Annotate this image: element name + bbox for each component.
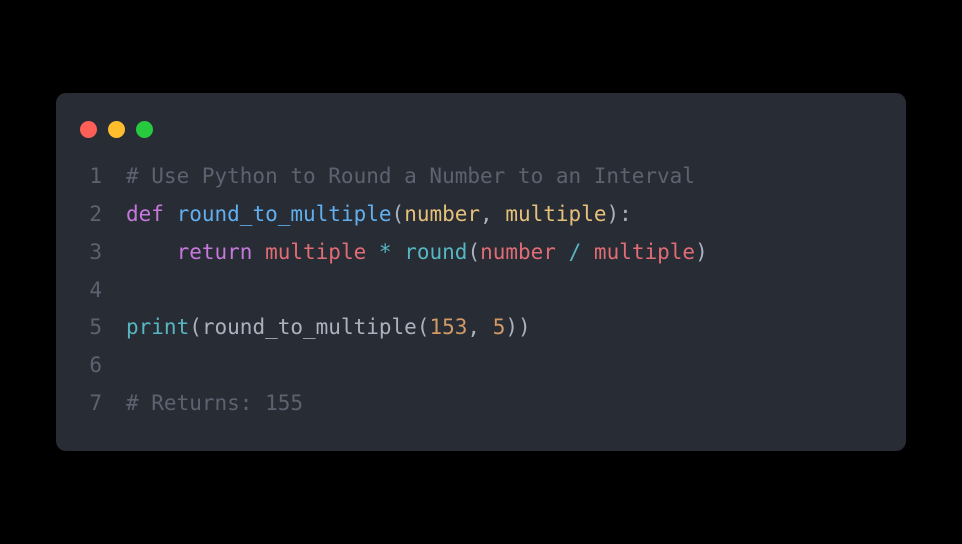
number-literal: 153 bbox=[429, 315, 467, 339]
operator: * bbox=[379, 240, 392, 264]
builtin-round: round bbox=[404, 240, 467, 264]
line-number: 4 bbox=[56, 272, 126, 310]
line-number: 7 bbox=[56, 385, 126, 423]
code-line: 6 bbox=[56, 347, 906, 385]
comment: # Returns: 155 bbox=[126, 391, 303, 415]
code-content bbox=[126, 272, 906, 310]
code-line: 4 bbox=[56, 272, 906, 310]
comment: # Use Python to Round a Number to an Int… bbox=[126, 164, 695, 188]
line-number: 6 bbox=[56, 347, 126, 385]
line-number: 1 bbox=[56, 158, 126, 196]
code-block: 1 # Use Python to Round a Number to an I… bbox=[56, 158, 906, 423]
line-number: 5 bbox=[56, 309, 126, 347]
code-content: # Returns: 155 bbox=[126, 385, 906, 423]
number-literal: 5 bbox=[493, 315, 506, 339]
line-number: 2 bbox=[56, 196, 126, 234]
code-line: 3 return multiple * round(number / multi… bbox=[56, 234, 906, 272]
minimize-icon[interactable] bbox=[108, 121, 125, 138]
variable: multiple bbox=[265, 240, 366, 264]
keyword-def: def bbox=[126, 202, 164, 226]
code-content: print(round_to_multiple(153, 5)) bbox=[126, 309, 906, 347]
code-content: def round_to_multiple(number, multiple): bbox=[126, 196, 906, 234]
code-line: 5 print(round_to_multiple(153, 5)) bbox=[56, 309, 906, 347]
keyword-return: return bbox=[177, 240, 253, 264]
function-name: round_to_multiple bbox=[177, 202, 392, 226]
function-call: round_to_multiple bbox=[202, 315, 417, 339]
code-content bbox=[126, 347, 906, 385]
code-content: # Use Python to Round a Number to an Int… bbox=[126, 158, 906, 196]
variable: multiple bbox=[594, 240, 695, 264]
param: multiple bbox=[505, 202, 606, 226]
code-line: 2 def round_to_multiple(number, multiple… bbox=[56, 196, 906, 234]
operator: / bbox=[569, 240, 582, 264]
builtin-print: print bbox=[126, 315, 189, 339]
variable: number bbox=[480, 240, 556, 264]
code-line: 1 # Use Python to Round a Number to an I… bbox=[56, 158, 906, 196]
param: number bbox=[404, 202, 480, 226]
titlebar bbox=[56, 113, 906, 158]
line-number: 3 bbox=[56, 234, 126, 272]
code-content: return multiple * round(number / multipl… bbox=[126, 234, 906, 272]
maximize-icon[interactable] bbox=[136, 121, 153, 138]
code-window: 1 # Use Python to Round a Number to an I… bbox=[56, 93, 906, 451]
code-line: 7 # Returns: 155 bbox=[56, 385, 906, 423]
close-icon[interactable] bbox=[80, 121, 97, 138]
